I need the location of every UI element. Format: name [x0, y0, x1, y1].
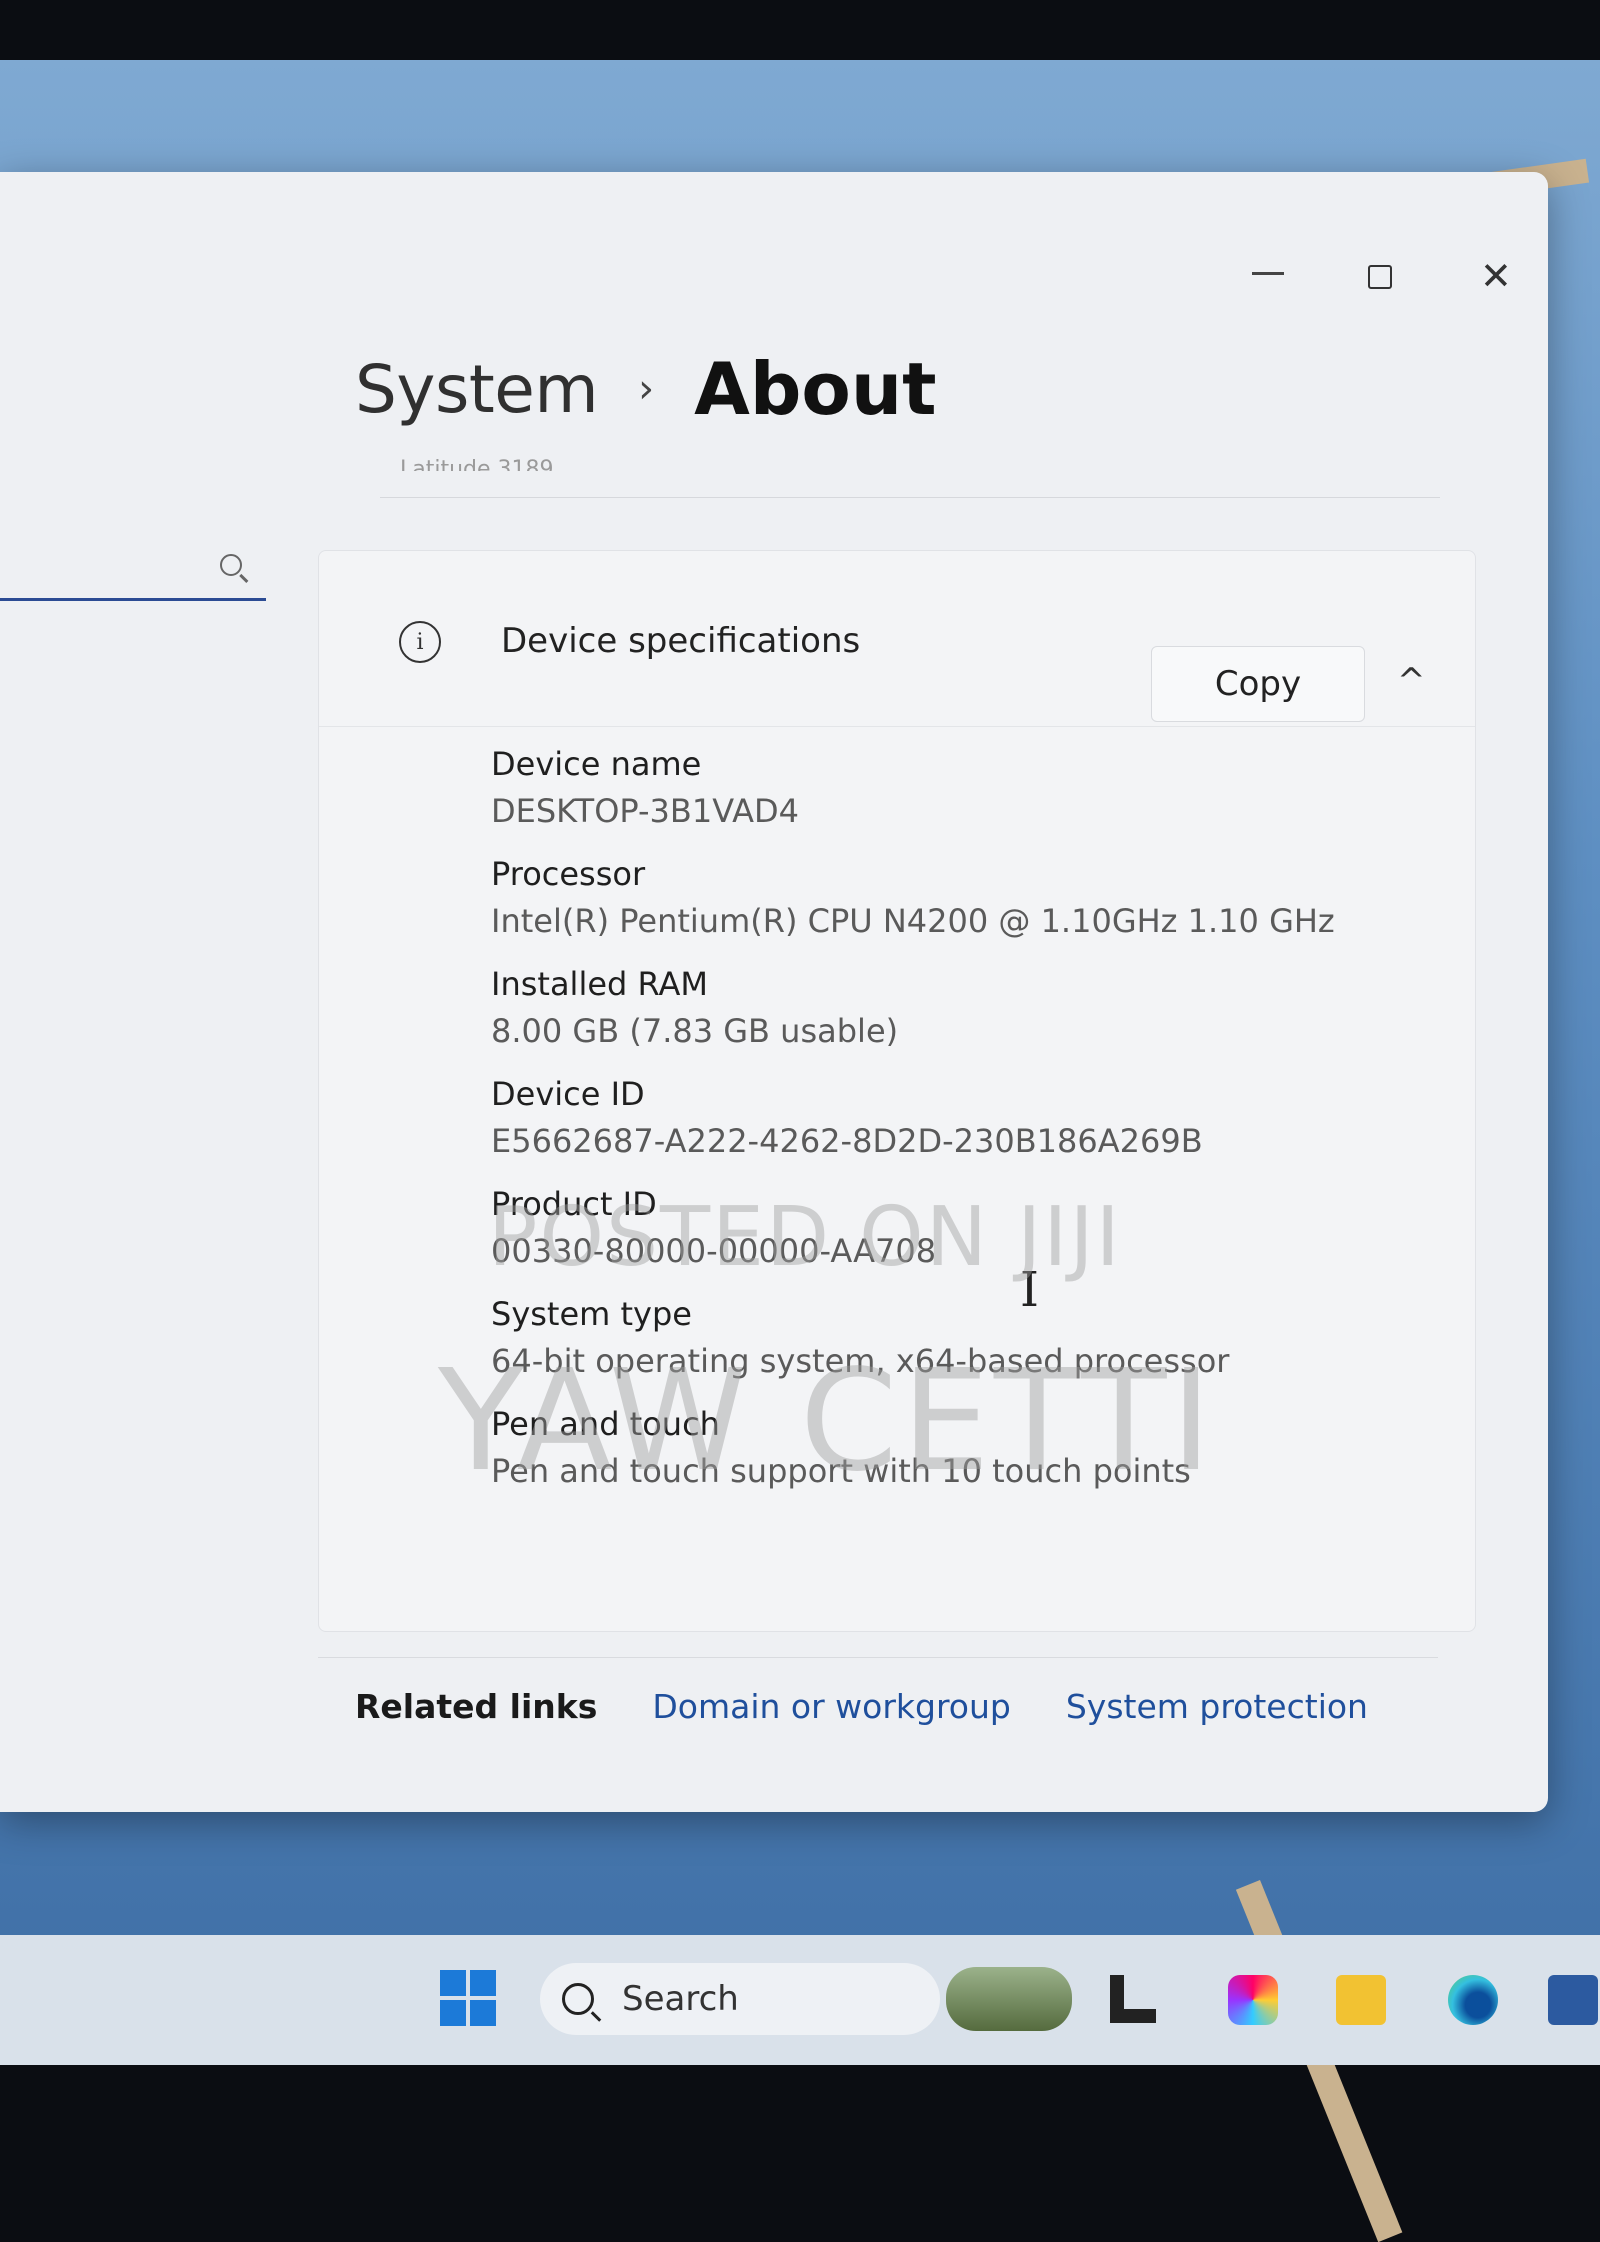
- spec-value-pen-and-touch: Pen and touch support with 10 touch poin…: [491, 1452, 1191, 1490]
- spec-label-installed-ram: Installed RAM: [491, 965, 708, 1003]
- minimize-button[interactable]: [1252, 272, 1284, 275]
- spec-value-product-id: 00330-80000-00000-AA708: [491, 1232, 937, 1270]
- spec-label-pen-and-touch: Pen and touch: [491, 1405, 720, 1443]
- settings-search-input[interactable]: [0, 542, 266, 601]
- spec-list: Device name DESKTOP-3B1VAD4 Processor In…: [491, 741, 1335, 1511]
- scrolled-device-model: Latitude 3189: [400, 457, 554, 471]
- spec-value-device-name: DESKTOP-3B1VAD4: [491, 792, 799, 830]
- spec-value-processor: Intel(R) Pentium(R) CPU N4200 @ 1.10GHz …: [491, 902, 1335, 940]
- spec-value-installed-ram: 8.00 GB (7.83 GB usable): [491, 1012, 899, 1050]
- maximize-button[interactable]: [1368, 265, 1392, 289]
- spec-value-system-type: 64-bit operating system, x64-based proce…: [491, 1342, 1230, 1380]
- spec-label-device-name: Device name: [491, 745, 702, 783]
- breadcrumb-system[interactable]: System: [355, 351, 599, 428]
- device-specifications-card: i Device specifications Copy ^ Device na…: [318, 550, 1476, 1632]
- device-specifications-header[interactable]: i Device specifications Copy ^: [319, 551, 1475, 727]
- edge-browser-icon[interactable]: [1448, 1975, 1498, 2025]
- start-button[interactable]: [440, 1970, 496, 2026]
- store-icon[interactable]: [1548, 1975, 1598, 2025]
- settings-window: ✕ System › About Latitude 3189 i Device …: [0, 172, 1548, 1812]
- copy-button[interactable]: Copy: [1151, 646, 1365, 722]
- info-icon: i: [399, 621, 441, 663]
- chevron-right-icon: ›: [638, 366, 655, 412]
- taskbar-search[interactable]: Search: [540, 1963, 940, 2035]
- app-icon[interactable]: [1110, 1975, 1160, 2025]
- spec-label-device-id: Device ID: [491, 1075, 645, 1113]
- spec-label-product-id: Product ID: [491, 1185, 657, 1223]
- windows-logo-icon: [440, 1970, 466, 1996]
- spec-label-system-type: System type: [491, 1295, 692, 1333]
- taskbar: Search: [0, 1935, 1600, 2065]
- page-title: About: [694, 347, 937, 431]
- related-links-label: Related links: [355, 1687, 598, 1726]
- link-system-protection[interactable]: System protection: [1066, 1687, 1368, 1726]
- copilot-icon[interactable]: [1228, 1975, 1278, 2025]
- taskbar-search-label: Search: [622, 1979, 739, 2019]
- chevron-up-icon[interactable]: ^: [1397, 661, 1426, 701]
- spec-label-processor: Processor: [491, 855, 646, 893]
- divider: [318, 1657, 1438, 1658]
- text-cursor-icon: I: [1020, 1262, 1039, 1318]
- spec-value-device-id: E5662687-A222-4262-8D2D-230B186A269B: [491, 1122, 1203, 1160]
- link-domain-or-workgroup[interactable]: Domain or workgroup: [652, 1687, 1011, 1726]
- close-button[interactable]: ✕: [1480, 257, 1512, 295]
- divider: [380, 497, 1440, 498]
- file-explorer-icon[interactable]: [1336, 1975, 1386, 2025]
- search-icon: [562, 1983, 594, 2015]
- breadcrumb: System › About: [355, 347, 937, 431]
- device-specifications-title: Device specifications: [501, 621, 861, 661]
- search-icon: [220, 554, 242, 576]
- related-links: Related links Domain or workgroup System…: [355, 1687, 1423, 1726]
- widgets-button[interactable]: [946, 1967, 1072, 2031]
